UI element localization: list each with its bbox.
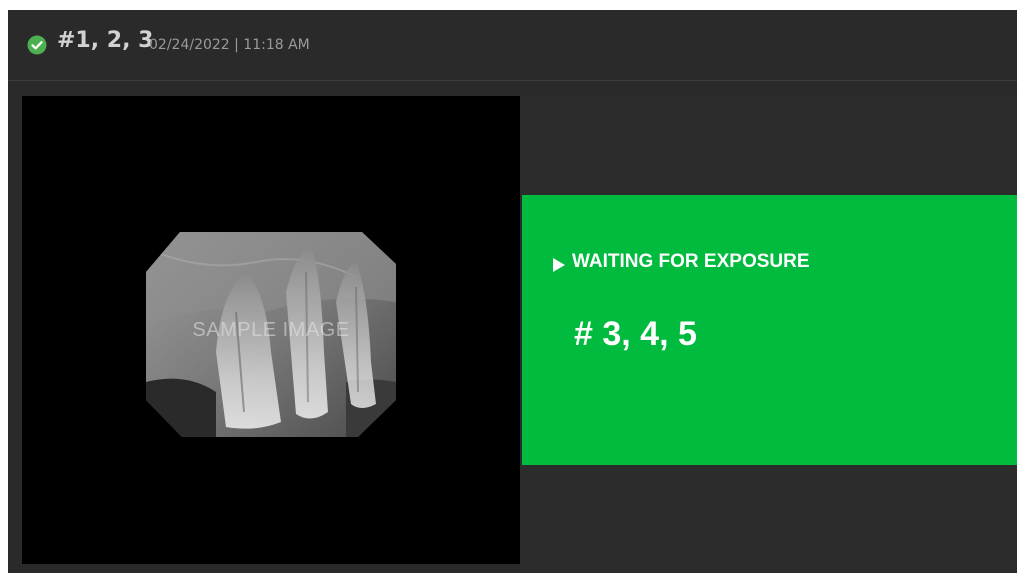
- xray-image-pane[interactable]: SAMPLE IMAGE: [22, 96, 520, 564]
- exposure-panel: #1, 2, 3 02/24/2022 | 11:18 AM SAMPLE IM…: [8, 10, 1017, 573]
- check-circle-icon: [27, 35, 47, 55]
- exposure-header: #1, 2, 3 02/24/2022 | 11:18 AM: [8, 10, 1017, 81]
- exposure-status-block: WAITING FOR EXPOSURE # 3, 4, 5: [522, 195, 1017, 465]
- exposure-status-label: WAITING FOR EXPOSURE: [572, 251, 810, 272]
- sample-image-watermark: SAMPLE IMAGE: [192, 319, 350, 341]
- exposure-datetime: 02/24/2022 | 11:18 AM: [149, 37, 310, 53]
- next-tooth-numbers: # 3, 4, 5: [574, 315, 697, 353]
- tooth-numbers-title: #1, 2, 3: [57, 28, 154, 53]
- play-icon: [553, 258, 565, 272]
